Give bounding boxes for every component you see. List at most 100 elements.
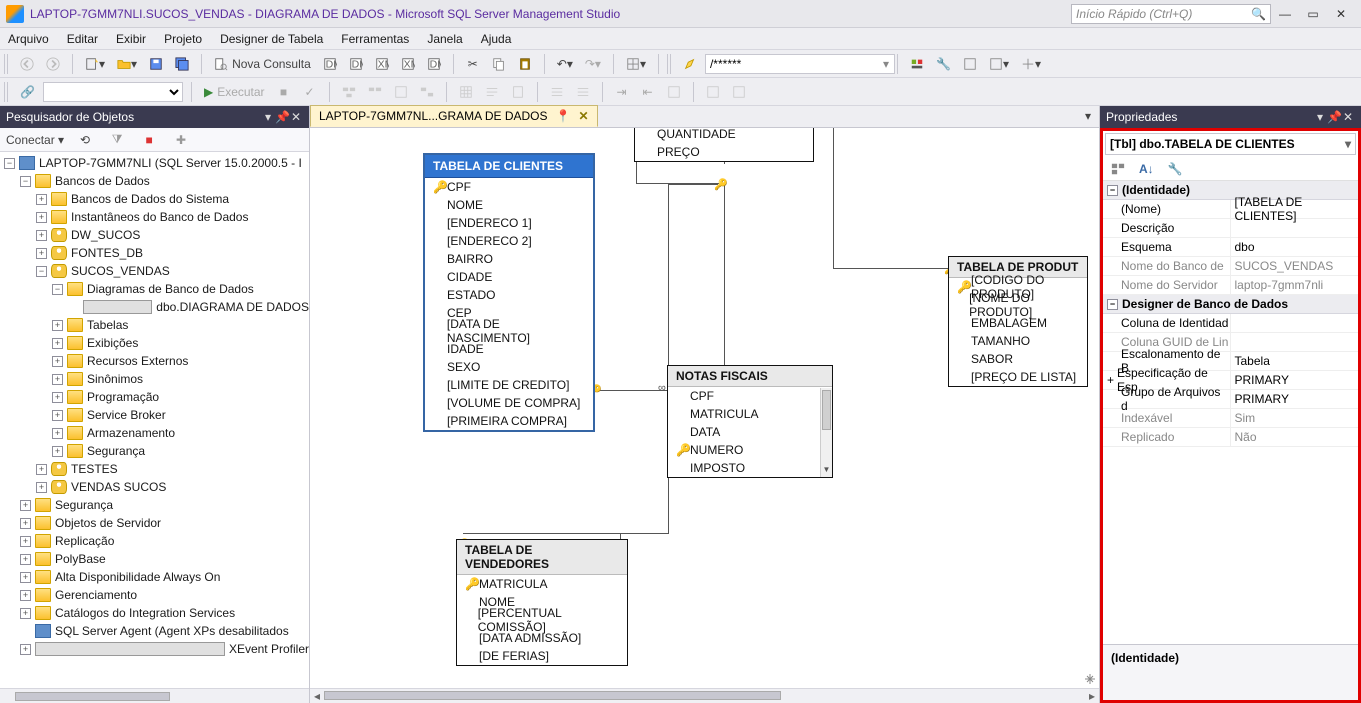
toolbar-grip[interactable]	[4, 54, 10, 74]
expand-toggle[interactable]: +	[36, 482, 47, 493]
save-button[interactable]	[145, 53, 167, 75]
tree-item[interactable]: +Replicação	[4, 532, 309, 550]
expand-toggle[interactable]: +	[52, 446, 63, 457]
alphabetical-icon[interactable]: A↓	[1135, 158, 1158, 180]
property-row[interactable]: ReplicadoNão	[1103, 428, 1358, 447]
tree-item[interactable]: +Objetos de Servidor	[4, 514, 309, 532]
expand-toggle[interactable]: +	[52, 338, 63, 349]
close-button[interactable]: ✕	[1327, 3, 1355, 25]
property-row[interactable]: Descrição	[1103, 219, 1358, 238]
minimize-button[interactable]: —	[1271, 3, 1299, 25]
plan-icon-2[interactable]	[364, 81, 386, 103]
table-column[interactable]: [DE FERIAS]	[457, 647, 627, 665]
tabs-overflow-icon[interactable]: ▾	[1077, 105, 1099, 127]
expand-toggle[interactable]: +	[36, 464, 47, 475]
table-column[interactable]: QUANTIDADE	[635, 128, 813, 143]
tree-item[interactable]: +Exibições	[4, 334, 309, 352]
panel-dropdown-icon[interactable]: ▾	[261, 110, 275, 124]
uncomment-icon[interactable]	[572, 81, 594, 103]
menu-exibir[interactable]: Exibir	[116, 32, 146, 46]
toolbar-grip-3[interactable]	[4, 82, 10, 102]
open-file-dropdown[interactable]: ▾	[113, 53, 141, 75]
tab-diagram[interactable]: LAPTOP-7GMM7NL...GRAMA DE DADOS 📍 ✕	[310, 105, 598, 127]
undo-dropdown[interactable]: ↶▾	[553, 53, 577, 75]
expand-toggle[interactable]: +	[52, 320, 63, 331]
expand-toggle[interactable]: +	[36, 230, 47, 241]
table-vendedores[interactable]: TABELA DE VENDEDORES 🔑MATRICULANOME[PERC…	[456, 539, 628, 666]
tab-pin-icon[interactable]: 📍	[556, 109, 571, 123]
expand-toggle[interactable]: +	[52, 410, 63, 421]
expand-toggle[interactable]: +	[20, 536, 31, 547]
expand-toggle[interactable]: +	[20, 572, 31, 583]
table-column[interactable]: [PRIMEIRA COMPRA]	[425, 412, 593, 430]
table-column[interactable]: NOME	[425, 196, 593, 214]
table-column[interactable]: MATRICULA	[668, 405, 832, 423]
tab-close-icon[interactable]: ✕	[578, 109, 588, 123]
expand-toggle[interactable]: −	[52, 284, 63, 295]
property-category[interactable]: −Designer de Banco de Dados	[1103, 295, 1358, 314]
menu-editar[interactable]: Editar	[67, 32, 98, 46]
tool-b-icon[interactable]: ▾	[985, 53, 1013, 75]
toolbar-grip-2[interactable]	[667, 54, 673, 74]
tree-item[interactable]: +Segurança	[4, 496, 309, 514]
expand-toggle[interactable]: +	[20, 644, 31, 655]
expand-toggle[interactable]: +	[36, 212, 47, 223]
menu-ferramentas[interactable]: Ferramentas	[341, 32, 409, 46]
misc-icon-3[interactable]	[728, 81, 750, 103]
tree-item[interactable]: +Instantâneos do Banco de Dados	[4, 208, 309, 226]
paste-button[interactable]	[514, 53, 536, 75]
menu-ajuda[interactable]: Ajuda	[481, 32, 512, 46]
tree-item[interactable]: +Programação	[4, 388, 309, 406]
property-row[interactable]: Nome do Banco deSUCOS_VENDAS	[1103, 257, 1358, 276]
table-column[interactable]: [NOME DO PRODUTO]	[949, 296, 1087, 314]
menu-janela[interactable]: Janela	[427, 32, 462, 46]
table-column[interactable]: [LIMITE DE CREDITO]	[425, 376, 593, 394]
copy-button[interactable]	[488, 53, 510, 75]
expand-toggle[interactable]: +	[20, 500, 31, 511]
table-column[interactable]: [DATA DE NASCIMENTO]	[425, 322, 593, 340]
tree-root[interactable]: LAPTOP-7GMM7NLI (SQL Server 15.0.2000.5 …	[39, 156, 302, 170]
panel-pin-icon[interactable]: 📌	[275, 110, 289, 124]
table-column[interactable]: SEXO	[425, 358, 593, 376]
tree-item[interactable]: SQL Server Agent (Agent XPs desabilitado…	[4, 622, 309, 640]
panel-close-icon[interactable]: ✕	[289, 110, 303, 124]
results-grid-icon[interactable]	[455, 81, 477, 103]
table-notas[interactable]: NOTAS FISCAIS ▲▼ CPFMATRICULADATA🔑NUMERO…	[667, 365, 833, 478]
table-itens[interactable]: 🔑[CODIGO DO PRODUTO]QUANTIDADEPREÇO	[634, 128, 814, 162]
table-column[interactable]: [ENDERECO 2]	[425, 232, 593, 250]
nova-consulta-button[interactable]: Nova Consulta	[210, 53, 315, 75]
table-clientes[interactable]: TABELA DE CLIENTES 🔑CPFNOME[ENDERECO 1][…	[423, 153, 595, 432]
query-xml-button-3[interactable]: XML	[371, 53, 393, 75]
property-row[interactable]: (Nome)[TABELA DE CLIENTES]	[1103, 200, 1358, 219]
property-object-selector[interactable]: [Tbl] dbo.TABELA DE CLIENTES▾	[1105, 133, 1356, 155]
expand-toggle[interactable]: +	[20, 518, 31, 529]
query-xml-button-5[interactable]: DML	[423, 53, 445, 75]
misc-icon-2[interactable]	[702, 81, 724, 103]
expand-toggle[interactable]: +	[52, 374, 63, 385]
oe-plus-icon[interactable]: ✚	[170, 129, 192, 151]
nav-forward-button[interactable]	[42, 53, 64, 75]
save-all-button[interactable]	[171, 53, 193, 75]
tree-item[interactable]: +Recursos Externos	[4, 352, 309, 370]
table-column[interactable]: 🔑NUMERO	[668, 441, 832, 459]
table-column[interactable]: BAIRRO	[425, 250, 593, 268]
grid-icon[interactable]: ▾	[622, 53, 650, 75]
link-icon[interactable]: 🔗	[16, 81, 39, 103]
results-file-icon[interactable]	[507, 81, 529, 103]
tree-item[interactable]: −Diagramas de Banco de Dados	[4, 280, 309, 298]
table-column[interactable]: SABOR	[949, 350, 1087, 368]
table-column[interactable]: 🔑MATRICULA	[457, 575, 627, 593]
diagram-hscroll[interactable]: ◂ ▸	[310, 688, 1099, 703]
connect-dropdown[interactable]: Conectar ▾	[6, 133, 64, 147]
property-row[interactable]: Nome do Servidorlaptop-7gmm7nli	[1103, 276, 1358, 295]
plan-icon-4[interactable]	[416, 81, 438, 103]
registered-servers-icon[interactable]	[906, 53, 928, 75]
comment-icon[interactable]	[546, 81, 568, 103]
tree-item[interactable]: +Tabelas	[4, 316, 309, 334]
expand-toggle[interactable]: −	[1107, 185, 1118, 196]
property-row[interactable]: Coluna de Identidad	[1103, 314, 1358, 333]
table-column[interactable]: [VOLUME DE COMPRA]	[425, 394, 593, 412]
tree-item[interactable]: +FONTES_DB	[4, 244, 309, 262]
panel-pin-icon[interactable]: 📌	[1327, 110, 1341, 124]
tool-a-icon[interactable]	[959, 53, 981, 75]
